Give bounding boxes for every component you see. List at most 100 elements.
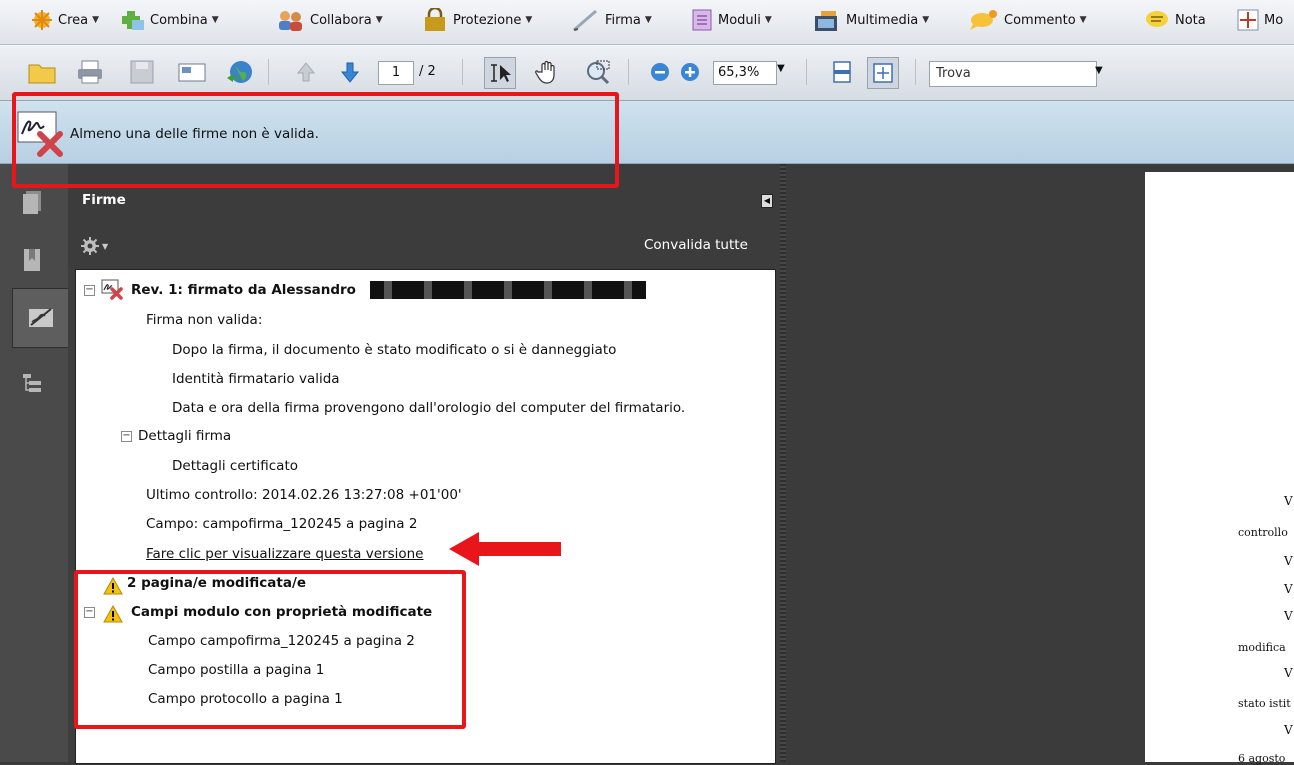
invalid-signature-label: Firma non valida: bbox=[146, 312, 263, 328]
envelope-icon bbox=[178, 63, 206, 82]
main-toolbar: Crea ▼ Combina ▼ Collabora ▼ Protezione ▼ Fi… bbox=[0, 0, 1294, 45]
invalid-detail-identity: Identità firmatario valida bbox=[172, 371, 340, 387]
doc-text-line: V bbox=[1284, 494, 1293, 508]
open-button[interactable] bbox=[26, 56, 58, 88]
page-total: / 2 bbox=[419, 64, 436, 79]
find-dropdown-icon[interactable]: ▼ bbox=[1095, 65, 1103, 76]
comment-icon bbox=[970, 10, 997, 30]
panel-title: Firme bbox=[82, 192, 126, 208]
folder-icon bbox=[28, 64, 56, 84]
create-icon bbox=[32, 10, 52, 30]
doc-text-line: stato istit bbox=[1238, 697, 1291, 710]
zoom-in-button[interactable] bbox=[674, 56, 706, 88]
zoom-out-icon bbox=[651, 63, 669, 81]
revision-title[interactable]: Rev. 1: firmato da Alessandro bbox=[131, 279, 356, 301]
collapse-panel-button[interactable]: ◀ bbox=[761, 194, 773, 208]
signatures-panel-button[interactable] bbox=[12, 288, 69, 348]
hand-tool-button[interactable] bbox=[532, 56, 564, 88]
comment-menu[interactable]: Commento ▼ bbox=[968, 0, 1087, 40]
signature-pen-icon bbox=[29, 308, 53, 327]
printer-icon bbox=[78, 60, 102, 84]
signature-details-node[interactable]: Dettagli firma bbox=[138, 425, 231, 447]
bookmarks-panel-button[interactable] bbox=[10, 238, 54, 282]
doc-text-line: V bbox=[1284, 609, 1293, 623]
annotation-box-changes bbox=[74, 570, 466, 729]
bookmark-icon bbox=[24, 249, 40, 271]
multimedia-menu[interactable]: Multimedia ▼ bbox=[812, 0, 929, 40]
fit-page-button[interactable] bbox=[867, 57, 899, 89]
signature-field-text: Campo: campofirma_120245 a pagina 2 bbox=[146, 516, 418, 532]
print-button[interactable] bbox=[74, 56, 106, 88]
globe-button[interactable] bbox=[224, 56, 256, 88]
chevron-left-icon: ◀ bbox=[763, 196, 771, 205]
note-icon bbox=[1146, 11, 1168, 27]
zoom-marquee-icon bbox=[587, 60, 610, 85]
pen-icon bbox=[573, 9, 597, 32]
doc-text-line: V bbox=[1284, 554, 1293, 568]
invalid-signature-small-icon bbox=[101, 279, 123, 300]
marquee-zoom-button[interactable] bbox=[582, 56, 614, 88]
view-version-link[interactable]: Fare clic per visualizzare questa versio… bbox=[146, 543, 423, 565]
find-input[interactable]: Trova bbox=[929, 61, 1097, 87]
doc-text-line: controllo bbox=[1238, 526, 1288, 539]
note-button[interactable]: Nota bbox=[1143, 0, 1206, 40]
doc-text-line: V bbox=[1284, 582, 1293, 596]
doc-text-line: V bbox=[1284, 666, 1293, 680]
zoom-level-input[interactable]: 65,3% bbox=[713, 61, 777, 85]
redacted-signer-email bbox=[370, 281, 646, 299]
forms-menu[interactable]: Moduli ▼ bbox=[690, 0, 772, 40]
next-page-button[interactable] bbox=[334, 56, 366, 88]
doc-text-line: V bbox=[1284, 723, 1293, 737]
select-tool-button[interactable] bbox=[484, 57, 516, 89]
form-icon bbox=[692, 9, 712, 31]
splitter-handle[interactable] bbox=[780, 164, 786, 762]
zoom-dropdown-icon[interactable]: ▼ bbox=[777, 63, 785, 74]
previous-page-button[interactable] bbox=[290, 56, 322, 88]
protection-menu[interactable]: Protezione ▼ bbox=[421, 0, 532, 40]
options-menu-button[interactable]: ▼ bbox=[80, 236, 108, 256]
collaborate-menu[interactable]: Collabora ▼ bbox=[276, 0, 383, 40]
chevron-down-icon: ▼ bbox=[102, 241, 109, 251]
collapse-details-toggle[interactable]: − bbox=[121, 431, 132, 442]
certificate-details-node[interactable]: Dettagli certificato bbox=[172, 455, 298, 477]
sign-menu[interactable]: Firma ▼ bbox=[571, 0, 652, 40]
create-menu[interactable]: Crea ▼ bbox=[30, 0, 99, 40]
text-cursor-icon bbox=[491, 64, 511, 82]
arrow-up-icon bbox=[296, 62, 316, 82]
film-icon bbox=[815, 11, 837, 31]
fit-width-button[interactable] bbox=[826, 56, 858, 88]
save-button[interactable] bbox=[126, 56, 158, 88]
page-number-input[interactable]: 1 bbox=[378, 61, 414, 85]
validate-all-button[interactable]: Convalida tutte bbox=[644, 237, 748, 253]
lock-icon bbox=[425, 8, 445, 31]
arrow-down-icon bbox=[340, 62, 360, 83]
navigation-pane bbox=[0, 164, 69, 762]
invalid-detail-timestamp: Data e ora della firma provengono dall'o… bbox=[172, 400, 686, 416]
annotation-box-message bbox=[12, 92, 619, 188]
collaborate-icon bbox=[279, 11, 302, 31]
measure-icon bbox=[1237, 9, 1259, 31]
email-button[interactable] bbox=[176, 56, 208, 88]
hand-icon bbox=[535, 60, 555, 84]
combine-menu[interactable]: Combina ▼ bbox=[118, 0, 219, 40]
fit-page-icon bbox=[873, 63, 893, 83]
panel-toolbar: ▼ Convalida tutte bbox=[68, 224, 780, 269]
zoom-in-icon bbox=[681, 63, 699, 81]
save-disk-icon bbox=[130, 60, 154, 84]
measure-menu[interactable]: Mo bbox=[1236, 0, 1283, 40]
layers-panel-button[interactable] bbox=[10, 362, 54, 406]
doc-text-line: modifica bbox=[1238, 641, 1286, 654]
collapse-rev-toggle[interactable]: − bbox=[84, 285, 95, 296]
doc-text-line: 6 agosto bbox=[1238, 752, 1286, 765]
document-page: V controllo V V V modifica V stato istit… bbox=[1145, 172, 1294, 765]
gear-icon bbox=[81, 237, 99, 255]
zoom-out-button[interactable] bbox=[644, 56, 676, 88]
fit-width-icon bbox=[833, 61, 851, 83]
globe-icon bbox=[227, 61, 252, 83]
combine-icon bbox=[122, 11, 144, 30]
last-check-text: Ultimo controllo: 2014.02.26 13:27:08 +0… bbox=[146, 487, 462, 503]
tree-structure-icon bbox=[23, 374, 41, 392]
annotation-arrow-icon bbox=[449, 532, 561, 566]
invalid-detail-modified: Dopo la firma, il documento è stato modi… bbox=[172, 342, 617, 358]
pages-icon bbox=[23, 191, 41, 214]
